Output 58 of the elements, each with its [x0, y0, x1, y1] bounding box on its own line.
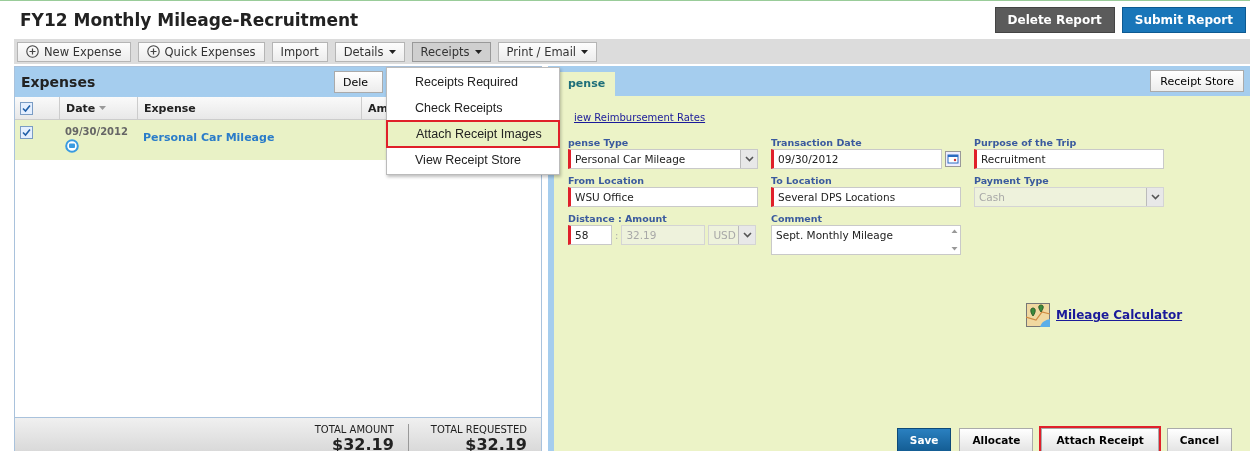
receipt-store-button[interactable]: Receipt Store — [1150, 70, 1244, 92]
select-field[interactable]: Personal Car Mileage — [568, 149, 758, 169]
date-field[interactable]: 09/30/2012 — [771, 149, 942, 169]
comment-field[interactable]: Sept. Monthly Mileage — [771, 225, 961, 255]
toolbar-button[interactable]: Details — [334, 41, 405, 62]
expense-link[interactable]: Personal Car Mileage — [137, 131, 275, 144]
field-label: Payment Type — [974, 175, 1050, 186]
menu-item[interactable]: Check Receipts — [387, 96, 559, 120]
column-header[interactable]: Date — [59, 97, 137, 119]
form-button[interactable]: Allocate — [959, 428, 1034, 451]
toolbar-button[interactable]: Quick Expenses — [137, 41, 265, 62]
report-action-button[interactable]: Submit Report — [1121, 7, 1246, 33]
comment-icon[interactable] — [65, 139, 79, 153]
distance-field[interactable]: 58 — [568, 225, 612, 245]
form-button[interactable]: Attach Receipt — [1041, 428, 1159, 451]
field-label: To Location — [771, 175, 833, 186]
add-icon — [26, 45, 39, 58]
select-all-checkbox[interactable] — [19, 101, 33, 115]
field-label: Transaction Date — [771, 137, 863, 148]
toolbar-button[interactable]: Print / Email — [497, 41, 598, 62]
field-label: pense Type — [568, 137, 630, 148]
total-label: TOTAL REQUESTED — [430, 424, 527, 435]
total-label: TOTAL AMOUNT — [314, 424, 394, 435]
add-icon — [146, 45, 160, 58]
column-header[interactable]: Expense — [137, 97, 361, 119]
dropdown-icon — [1150, 194, 1160, 200]
caret-icon — [474, 49, 482, 54]
report-action-button[interactable]: Delete Report — [994, 7, 1115, 33]
separator: : — [615, 229, 619, 241]
field-label: Comment — [771, 213, 824, 224]
text-field[interactable]: Several DPS Locations — [771, 187, 961, 207]
dropdown-icon — [744, 156, 754, 162]
form-button[interactable]: Cancel — [1166, 428, 1232, 451]
sort-icon — [99, 106, 107, 110]
caret-icon — [581, 49, 589, 54]
text-field[interactable]: WSU Office — [568, 187, 758, 207]
amount-field: 32.19 — [621, 225, 706, 245]
rates-link[interactable]: iew Reimbursement Rates — [566, 112, 706, 123]
row-checkbox[interactable] — [19, 126, 33, 139]
toolbar-button[interactable]: Import — [271, 41, 328, 62]
field-label: Distance : Amount — [568, 213, 668, 224]
delete-button[interactable]: Dele — [333, 71, 383, 93]
map-icon — [1026, 303, 1050, 327]
toolbar-button[interactable]: New Expense — [17, 41, 131, 62]
calendar-icon[interactable] — [945, 151, 961, 167]
field-label: From Location — [568, 175, 645, 186]
text-field[interactable]: Recruitment — [974, 149, 1164, 169]
report-title: FY12 Monthly Mileage-Recruitment — [20, 10, 359, 30]
mileage-calculator-link[interactable]: Mileage Calculator — [1056, 308, 1183, 322]
dropdown-icon — [742, 232, 752, 238]
field-label: Purpose of the Trip — [974, 137, 1078, 148]
caret-icon — [388, 49, 396, 54]
menu-item[interactable]: Attach Receipt Images — [388, 122, 558, 146]
panel-title: Expenses — [21, 74, 96, 90]
form-button[interactable]: Save — [896, 428, 952, 451]
toolbar-button[interactable]: Receipts — [411, 41, 491, 62]
scrollbar-icon — [950, 227, 959, 253]
date-cell-text: 09/30/2012 — [65, 126, 129, 137]
